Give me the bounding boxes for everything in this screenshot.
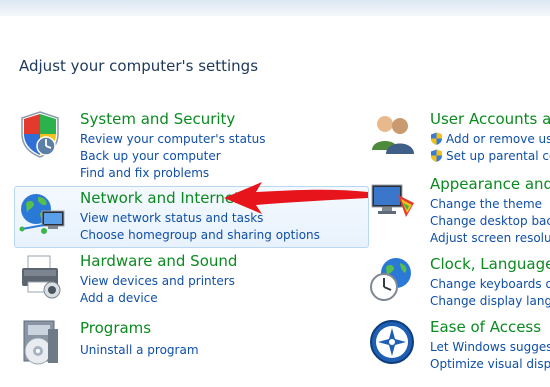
link-homegroup[interactable]: Choose homegroup and sharing options xyxy=(80,227,320,244)
clock-globe-icon xyxy=(368,255,416,303)
link-back-up[interactable]: Back up your computer xyxy=(80,148,266,165)
link-add-device[interactable]: Add a device xyxy=(80,290,235,307)
link-change-theme[interactable]: Change the theme xyxy=(430,196,550,213)
link-parental-controls-label: Set up parental cont xyxy=(446,149,550,163)
category-title-network[interactable]: Network and Internet xyxy=(80,189,240,208)
link-add-remove-user-label: Add or remove user xyxy=(446,132,550,146)
link-display-language[interactable]: Change display langua xyxy=(430,293,550,310)
link-optimize-display[interactable]: Optimize visual display xyxy=(430,356,550,373)
printer-icon xyxy=(18,252,66,300)
link-screen-resolution[interactable]: Adjust screen resolutio xyxy=(430,230,550,247)
category-title-users[interactable]: User Accounts an xyxy=(430,110,550,129)
link-windows-suggest[interactable]: Let Windows suggest s xyxy=(430,339,550,356)
page-title: Adjust your computer's settings xyxy=(19,57,259,75)
uac-shield-icon xyxy=(430,132,443,145)
monitor-palette-icon xyxy=(368,181,416,229)
shield-icon xyxy=(18,110,66,158)
ease-of-access-icon xyxy=(368,318,416,366)
red-arrow-shape xyxy=(224,182,368,214)
window-top-band xyxy=(0,0,550,16)
category-title-clock[interactable]: Clock, Language, xyxy=(430,255,550,274)
link-review-status[interactable]: Review your computer's status xyxy=(80,131,266,148)
link-desktop-background[interactable]: Change desktop backg xyxy=(430,213,550,230)
link-devices-printers[interactable]: View devices and printers xyxy=(80,273,235,290)
category-title-programs[interactable]: Programs xyxy=(80,319,151,338)
link-parental-controls[interactable]: Set up parental cont xyxy=(430,148,550,165)
red-arrow-annotation xyxy=(224,182,368,214)
network-globe-icon xyxy=(18,189,66,237)
category-title-appearance[interactable]: Appearance and P xyxy=(430,175,550,194)
link-keyboards[interactable]: Change keyboards or o xyxy=(430,276,550,293)
uac-shield-icon xyxy=(430,149,443,162)
link-add-remove-user[interactable]: Add or remove user xyxy=(430,131,550,148)
link-uninstall[interactable]: Uninstall a program xyxy=(80,342,199,359)
users-icon xyxy=(368,110,416,158)
category-title-hardware[interactable]: Hardware and Sound xyxy=(80,252,237,271)
category-title-system[interactable]: System and Security xyxy=(80,110,235,129)
programs-box-icon xyxy=(18,319,66,367)
category-title-ease-of-access[interactable]: Ease of Access xyxy=(430,318,541,337)
